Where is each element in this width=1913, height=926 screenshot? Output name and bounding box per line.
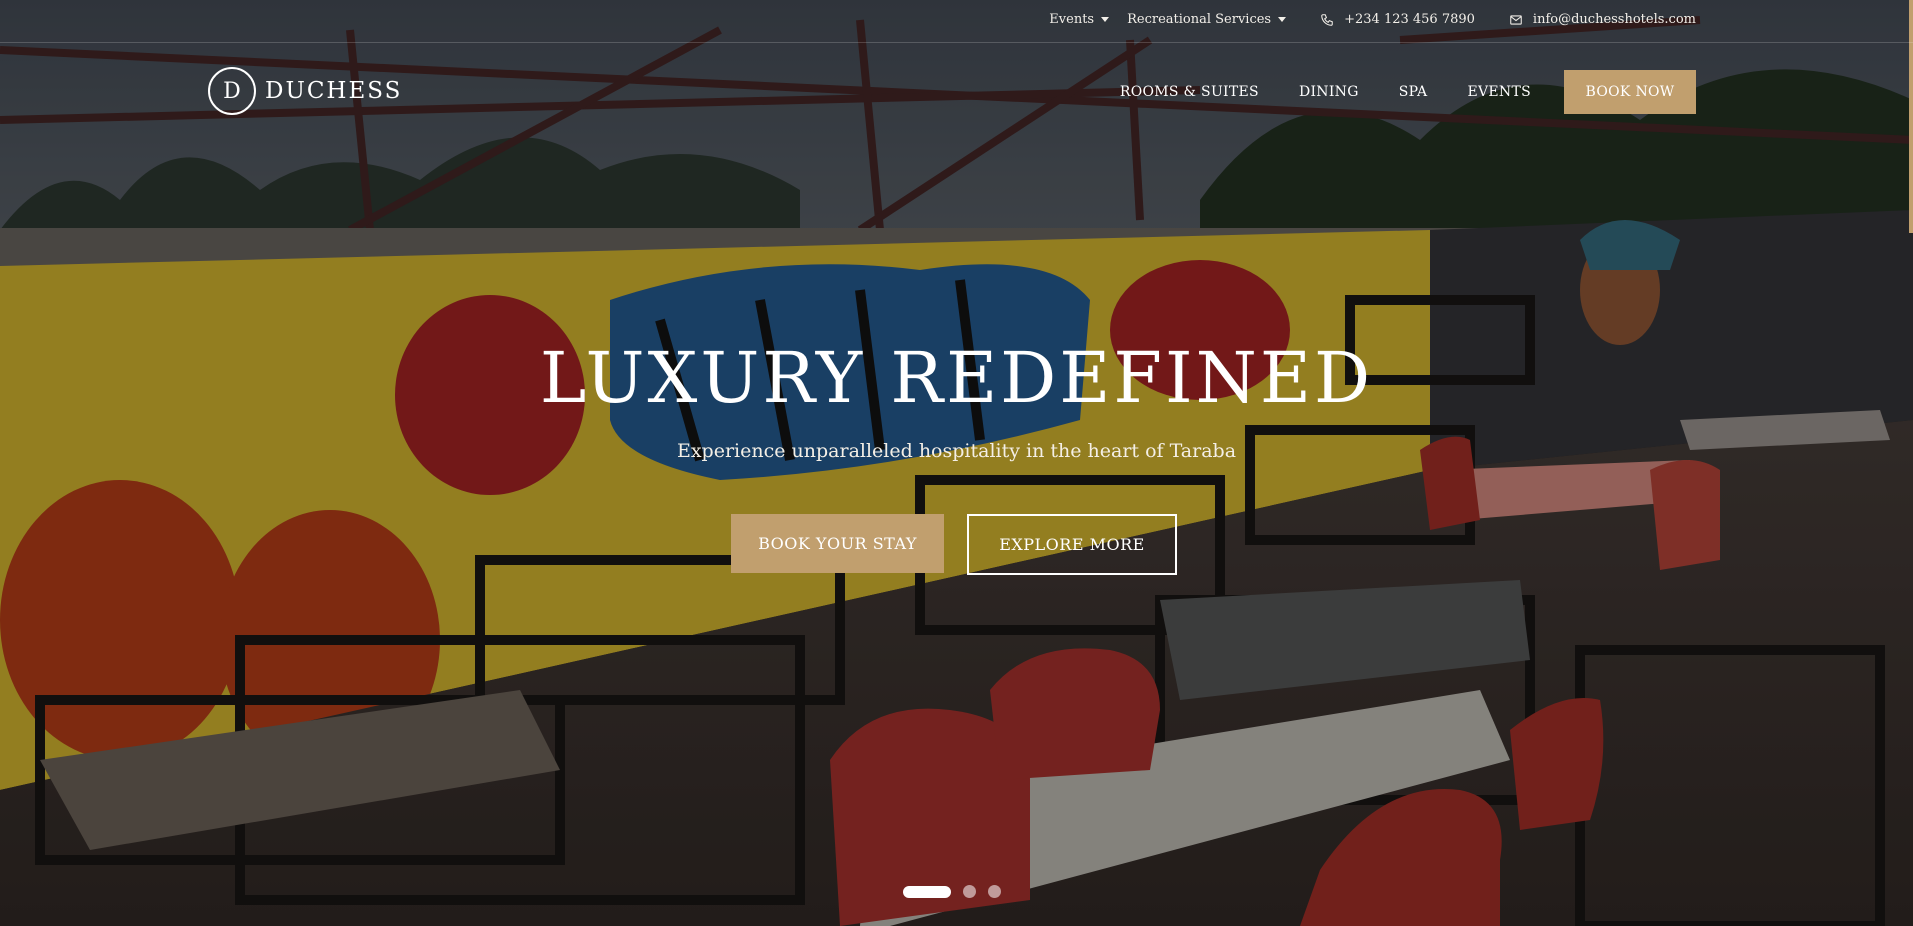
logo-monogram: D — [208, 67, 256, 115]
nav-events[interactable]: EVENTS — [1467, 84, 1531, 100]
hero-background — [0, 0, 1913, 926]
chevron-down-icon — [1278, 17, 1287, 22]
hero-subheadline: Experience unparalleled hospitality in t… — [676, 440, 1237, 462]
brand-logo[interactable]: D DUCHESS — [208, 67, 402, 115]
email-address: info@duchesshotels.com — [1532, 12, 1696, 27]
hero-image — [0, 0, 1913, 926]
nav-spa[interactable]: SPA — [1399, 84, 1428, 100]
slide-dot-1[interactable] — [903, 885, 951, 898]
email-link[interactable]: info@duchesshotels.com — [1509, 12, 1696, 27]
nav-rooms-suites[interactable]: ROOMS & SUITES — [1120, 84, 1259, 100]
slider-pagination — [903, 885, 1001, 898]
main-navigation: ROOMS & SUITES DINING SPA EVENTS BOOK NO… — [1120, 70, 1696, 114]
events-dropdown[interactable]: Events — [1049, 12, 1110, 27]
recreational-services-label: Recreational Services — [1127, 12, 1272, 27]
book-now-button[interactable]: BOOK NOW — [1564, 70, 1696, 114]
mail-icon — [1510, 14, 1522, 25]
nav-dining[interactable]: DINING — [1299, 84, 1359, 100]
book-your-stay-button[interactable]: BOOK YOUR STAY — [731, 514, 944, 573]
chevron-down-icon — [1101, 17, 1110, 22]
phone-link[interactable]: +234 123 456 7890 — [1320, 12, 1475, 27]
phone-icon — [1321, 13, 1333, 26]
slide-dot-2[interactable] — [963, 885, 976, 898]
explore-more-button[interactable]: EXPLORE MORE — [967, 514, 1177, 575]
top-utility-bar: Events Recreational Services +234 123 45… — [0, 0, 1913, 43]
phone-number: +234 123 456 7890 — [1344, 12, 1475, 27]
brand-name: DUCHESS — [265, 78, 403, 104]
slide-dot-3[interactable] — [988, 885, 1001, 898]
recreational-services-dropdown[interactable]: Recreational Services — [1127, 12, 1287, 27]
hero-headline: LUXURY REDEFINED — [539, 337, 1374, 419]
events-dropdown-label: Events — [1049, 12, 1095, 27]
